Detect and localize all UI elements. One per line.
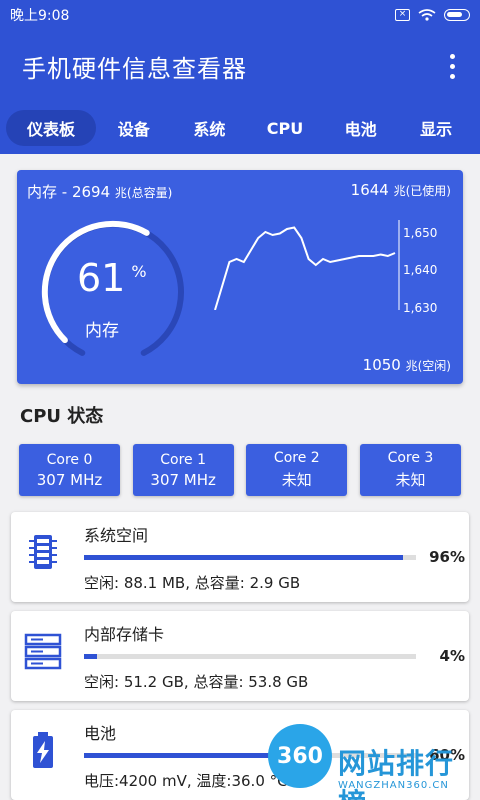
tab-display[interactable]: 显示	[398, 110, 474, 146]
storage-progress-bar	[84, 555, 416, 560]
app-title: 手机硬件信息查看器	[22, 54, 247, 83]
watermark-text: 网站排行榜	[338, 747, 455, 800]
memory-usage-chart	[214, 220, 400, 310]
storage-name: 内部存储卡	[84, 625, 165, 644]
storage-info: 空闲: 88.1 MB, 总容量: 2.9 GB	[84, 574, 301, 592]
tab-dashboard[interactable]: 仪表板	[6, 110, 96, 146]
y-tick-1630: 1,630	[403, 301, 438, 315]
core-card[interactable]: Core 1 307 MHz	[132, 444, 234, 496]
core-name: Core 0	[46, 451, 93, 468]
storage-percent: 4%	[439, 647, 465, 665]
core-frequency: 未知	[281, 471, 312, 489]
status-bar: 晚上9:08 ×	[0, 0, 480, 30]
memory-gauge-percent: 61%	[77, 256, 147, 300]
y-tick-1650: 1,650	[403, 226, 438, 240]
memory-total: 内存 - 2694 兆(总容量)	[27, 183, 173, 201]
core-name: Core 1	[160, 451, 207, 468]
memory-used: 1644 兆(已使用)	[350, 181, 451, 199]
watermark-url: WANGZHAN360.CN	[338, 780, 449, 791]
battery-status-icon	[444, 9, 470, 21]
storage-card-internal[interactable]: 内部存储卡 4% 空闲: 51.2 GB, 总容量: 53.8 GB	[11, 611, 469, 701]
storage-percent: 96%	[429, 548, 465, 566]
core-card[interactable]: Core 3 未知	[359, 444, 461, 496]
status-time: 晚上9:08	[10, 8, 70, 24]
core-name: Core 3	[387, 450, 434, 466]
core-name: Core 2	[273, 450, 320, 466]
memory-usage-line	[214, 226, 396, 310]
tab-system[interactable]: 系统	[172, 110, 248, 146]
core-frequency: 未知	[395, 471, 426, 489]
cpu-section-title: CPU 状态	[20, 406, 104, 427]
tab-bar: 仪表板 设备 系统 CPU 电池 显示	[0, 102, 480, 154]
memory-free: 1050 兆(空闲)	[362, 356, 451, 374]
notification-x-icon: ×	[395, 9, 410, 21]
server-icon	[24, 633, 62, 670]
watermark-logo: 360	[268, 724, 332, 788]
memory-gauge-label: 内存	[85, 321, 119, 341]
tab-device[interactable]: 设备	[96, 110, 172, 146]
more-options-icon[interactable]	[432, 46, 472, 86]
y-tick-1640: 1,640	[403, 263, 438, 277]
memory-card[interactable]: 内存 - 2694 兆(总容量) 1644 兆(已使用) 1050 兆(空闲) …	[17, 170, 463, 384]
cpu-cores: Core 0 307 MHz Core 1 307 MHz Core 2 未知 …	[19, 444, 461, 496]
tab-cpu[interactable]: CPU	[247, 110, 323, 146]
storage-info: 空闲: 51.2 GB, 总容量: 53.8 GB	[84, 673, 309, 691]
ram-icon	[29, 535, 57, 569]
storage-progress-fill	[84, 753, 284, 758]
tab-battery[interactable]: 电池	[323, 110, 399, 146]
storage-name: 电池	[84, 724, 117, 743]
storage-progress-fill	[84, 654, 98, 659]
app-bar: 手机硬件信息查看器	[0, 30, 480, 102]
core-card[interactable]: Core 0 307 MHz	[19, 444, 120, 496]
storage-progress-fill	[84, 555, 403, 560]
battery-icon	[33, 732, 53, 768]
core-card[interactable]: Core 2 未知	[246, 444, 348, 496]
core-frequency: 307 MHz	[150, 470, 216, 489]
storage-progress-bar	[84, 654, 416, 659]
storage-name: 系统空间	[84, 526, 149, 545]
storage-info: 电压:4200 mV, 温度:36.0 °C	[84, 772, 288, 790]
core-frequency: 307 MHz	[36, 470, 103, 489]
storage-card-system[interactable]: 系统空间 96% 空闲: 88.1 MB, 总容量: 2.9 GB	[11, 512, 469, 602]
wifi-icon	[418, 9, 436, 21]
